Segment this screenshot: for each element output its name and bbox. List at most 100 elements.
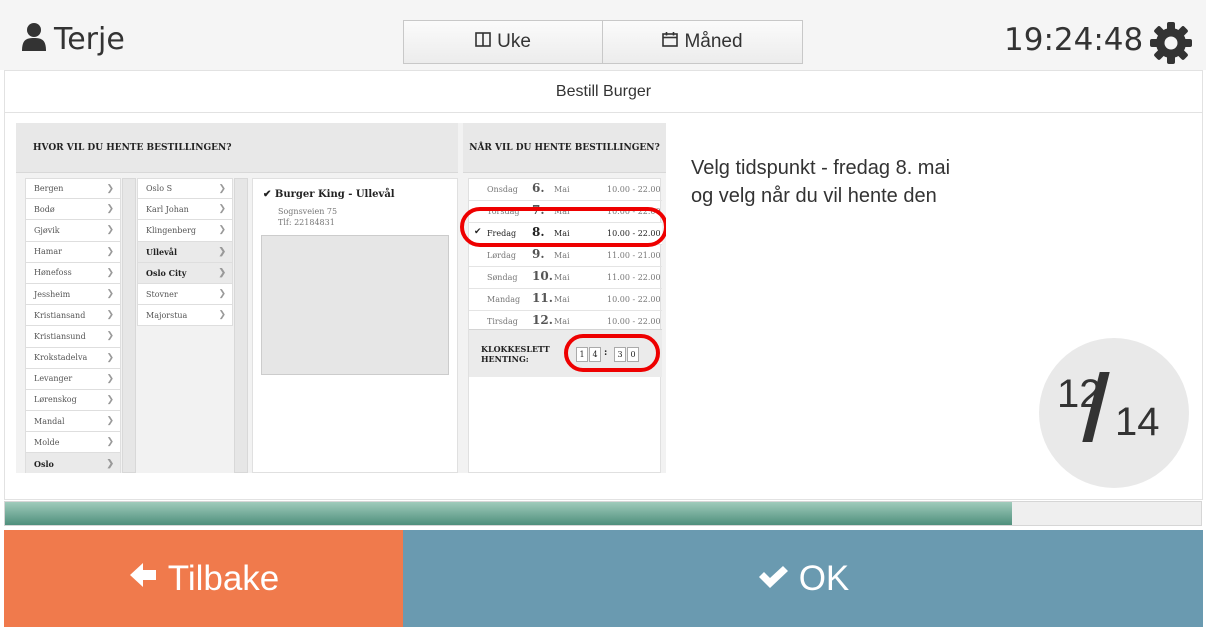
- clock: 19:24:48: [1004, 22, 1144, 58]
- chevron-right-icon: ❯: [106, 331, 114, 342]
- chevron-right-icon: ❯: [218, 225, 226, 236]
- header-bar: Terje Uke Måned 19:24:48: [0, 0, 1206, 70]
- chevron-right-icon: ❯: [106, 267, 114, 278]
- calendar-icon: [662, 31, 679, 53]
- district-label: Karl Johan: [146, 204, 189, 214]
- week-view-label: Uke: [497, 31, 531, 52]
- chevron-right-icon: ❯: [106, 289, 114, 300]
- day-name: Lørdag: [487, 251, 516, 260]
- city-item[interactable]: Bodø ❯: [25, 199, 121, 221]
- district-item[interactable]: Stovner ❯: [137, 283, 233, 306]
- city-item[interactable]: Mandal ❯: [25, 411, 121, 433]
- chevron-right-icon: ❯: [106, 246, 114, 257]
- ok-button[interactable]: OK: [403, 530, 1203, 627]
- chevron-right-icon: ❯: [218, 310, 226, 321]
- store-info: Sognsveien 75 Tlf: 22184831: [278, 206, 337, 228]
- day-number: 10.: [532, 269, 553, 283]
- chevron-right-icon: ❯: [106, 458, 114, 469]
- day-hours: 10.00 - 22.00: [607, 317, 661, 326]
- district-list: Oslo S ❯ Karl Johan ❯ Klingenberg ❯ Ullevål ❯ Os…: [137, 178, 233, 327]
- store-panel: ✔ Burger King - Ullevål Sognsveien 75 Tl…: [252, 178, 458, 473]
- instruction-text: Velg tidspunkt - fredag 8. mai og velg n…: [691, 154, 950, 210]
- view-toggle: Uke Måned: [403, 20, 803, 64]
- week-view-button[interactable]: Uke: [403, 20, 603, 64]
- chevron-right-icon: ❯: [218, 183, 226, 194]
- city-item[interactable]: Kristiansund ❯: [25, 326, 121, 348]
- instruction-line-1: Velg tidspunkt - fredag 8. mai: [691, 157, 951, 179]
- day-hours: 10.00 - 22.00: [607, 295, 661, 304]
- progress-bar: [4, 501, 1202, 526]
- day-number: 12.: [532, 313, 553, 327]
- chevron-right-icon: ❯: [218, 246, 226, 257]
- district-label: Klingenberg: [146, 225, 197, 235]
- instruction-screenshot: HVOR VIL DU HENTE BESTILLINGEN? NÅR VIL …: [16, 123, 666, 473]
- day-number: 6.: [532, 181, 545, 195]
- day-month: Mai: [554, 185, 570, 194]
- city-item[interactable]: Kristiansand ❯: [25, 305, 121, 327]
- district-item[interactable]: Oslo City ❯: [137, 262, 233, 284]
- back-button-label: Tilbake: [167, 558, 280, 598]
- city-item[interactable]: Hønefoss ❯: [25, 262, 121, 284]
- chevron-right-icon: ❯: [106, 183, 114, 194]
- when-heading: NÅR VIL DU HENTE BESTILLINGEN?: [463, 123, 666, 173]
- chevron-right-icon: ❯: [106, 352, 114, 363]
- chevron-right-icon: ❯: [106, 394, 114, 405]
- gear-icon[interactable]: [1149, 21, 1193, 70]
- chevron-right-icon: ❯: [218, 267, 226, 278]
- district-item[interactable]: Ullevål ❯: [137, 241, 233, 263]
- where-heading: HVOR VIL DU HENTE BESTILLINGEN?: [16, 123, 458, 173]
- city-item[interactable]: Levanger ❯: [25, 368, 121, 390]
- chevron-right-icon: ❯: [106, 437, 114, 448]
- day-row[interactable]: Onsdag 6. Mai 10.00 - 22.00: [469, 179, 662, 201]
- district-item[interactable]: Majorstua ❯: [137, 305, 233, 327]
- city-item[interactable]: Lørenskog ❯: [25, 389, 121, 412]
- city-label: Jessheim: [34, 289, 71, 299]
- month-view-button[interactable]: Måned: [603, 20, 803, 64]
- pickup-time-label: KLOKKESLETT HENTING:: [481, 344, 550, 364]
- city-label: Oslo: [34, 458, 54, 469]
- page-subtitle: Bestill Burger: [5, 71, 1202, 113]
- city-item[interactable]: Oslo ❯: [25, 453, 121, 473]
- day-name: Søndag: [487, 273, 518, 282]
- day-row[interactable]: Lørdag 9. Mai 11.00 - 21.00: [469, 245, 662, 267]
- day-number: 11.: [532, 291, 553, 305]
- progress-fill: [5, 502, 1013, 525]
- user-name: Terje: [54, 22, 125, 57]
- ok-button-label: OK: [798, 558, 850, 598]
- chevron-right-icon: ❯: [106, 416, 114, 427]
- city-item[interactable]: Krokstadelva ❯: [25, 347, 121, 369]
- city-item[interactable]: Molde ❯: [25, 432, 121, 454]
- city-label: Hønefoss: [34, 268, 72, 278]
- store-name: Burger King - Ullevål: [274, 189, 395, 200]
- user-display: Terje: [22, 22, 125, 57]
- day-row[interactable]: Søndag 10. Mai 11.00 - 22.00: [469, 267, 662, 289]
- city-item[interactable]: Hamar ❯: [25, 241, 121, 263]
- check-icon: [757, 559, 789, 599]
- columns-icon: [475, 31, 491, 53]
- district-item[interactable]: Oslo S ❯: [137, 178, 233, 200]
- day-hours: 11.00 - 21.00: [607, 251, 661, 260]
- pickup-time-label-line2: HENTING:: [481, 354, 529, 364]
- chevron-right-icon: ❯: [106, 204, 114, 215]
- chevron-right-icon: ❯: [218, 289, 226, 300]
- checkmark-icon: ✔: [263, 189, 272, 200]
- day-row[interactable]: Mandag 11. Mai 10.00 - 22.00: [469, 289, 662, 311]
- city-item[interactable]: Jessheim ❯: [25, 283, 121, 306]
- city-label: Krokstadelva: [34, 353, 88, 363]
- city-item[interactable]: Bergen ❯: [25, 178, 121, 200]
- back-button[interactable]: Tilbake: [4, 530, 403, 627]
- day-month: Mai: [554, 295, 570, 304]
- day-month: Mai: [554, 317, 570, 326]
- user-icon: [22, 23, 46, 56]
- step-total: 14: [1115, 400, 1160, 444]
- city-label: Mandal: [34, 416, 65, 426]
- city-list-scrollbar: [122, 178, 136, 473]
- day-name: Onsdag: [487, 185, 518, 194]
- district-item[interactable]: Karl Johan ❯: [137, 199, 233, 221]
- city-list: Bergen ❯ Bodø ❯ Gjøvik ❯ Hamar ❯ Hønefoss ❯ Jesshe…: [25, 178, 121, 473]
- pickup-time-label-line1: KLOKKESLETT: [481, 344, 550, 354]
- friday-highlight-annotation: [460, 207, 666, 247]
- city-item[interactable]: Gjøvik ❯: [25, 220, 121, 242]
- district-item[interactable]: Klingenberg ❯: [137, 220, 233, 242]
- city-label: Molde: [34, 437, 60, 447]
